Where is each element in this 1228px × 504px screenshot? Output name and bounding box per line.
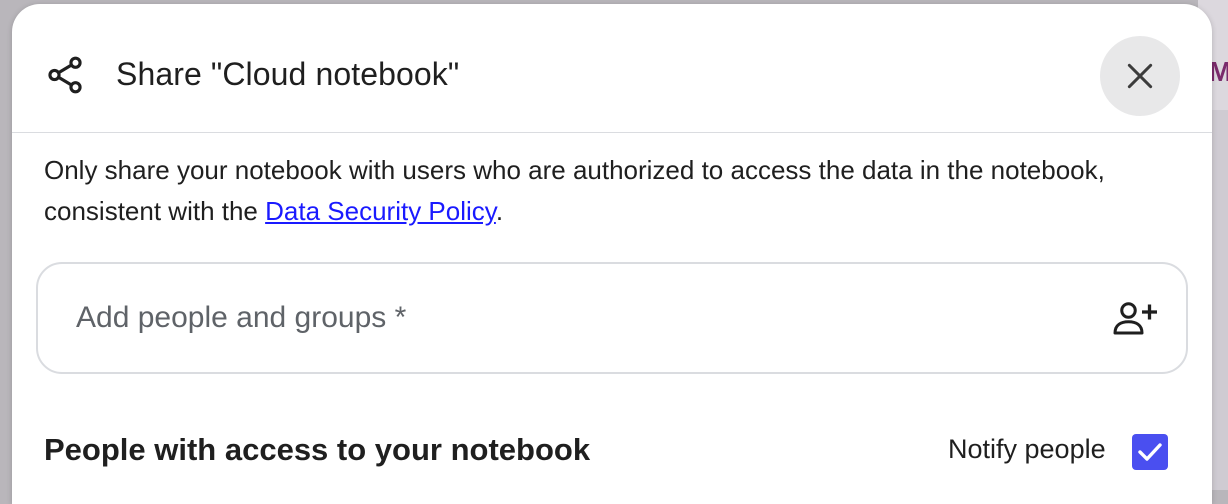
share-icon [48, 56, 82, 94]
close-button[interactable] [1100, 36, 1180, 116]
person-add-icon[interactable] [1112, 300, 1160, 336]
people-with-access-heading: People with access to your notebook [44, 432, 591, 467]
notify-people-checkbox[interactable] [1132, 434, 1168, 470]
share-description: Only share your notebook with users who … [44, 150, 1164, 232]
dialog-header: Share "Cloud notebook" [12, 4, 1212, 133]
description-end: . [495, 196, 504, 226]
close-icon[interactable] [1124, 60, 1156, 92]
dialog-title: Share "Cloud notebook" [116, 56, 460, 92]
add-people-input[interactable] [74, 290, 1078, 346]
share-dialog: Share "Cloud notebook" Only share your n… [12, 4, 1212, 504]
data-security-policy-link[interactable]: Data Security Policy [265, 196, 496, 226]
notify-people-label: Notify people [948, 434, 1106, 464]
checkmark-icon [1138, 443, 1162, 461]
description-text: Only share your notebook with users who … [44, 155, 1105, 226]
add-people-field[interactable] [36, 262, 1188, 374]
